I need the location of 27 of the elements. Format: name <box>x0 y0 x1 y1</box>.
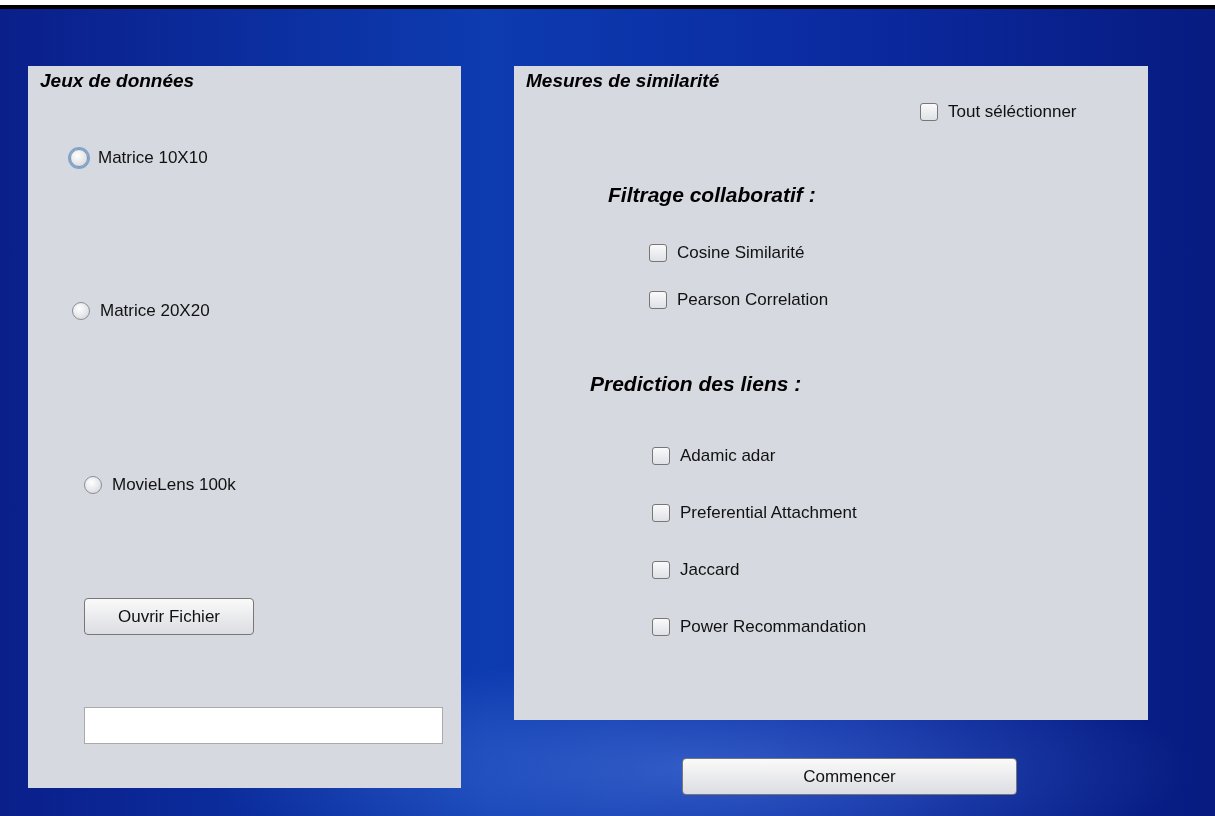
checkbox-label[interactable]: Adamic adar <box>680 446 776 466</box>
checkbox-label[interactable]: Power Recommandation <box>680 617 867 637</box>
checkbox-label[interactable]: Cosine Similarité <box>677 243 805 263</box>
checkbox[interactable] <box>920 103 938 121</box>
radio-label[interactable]: Matrice 20X20 <box>100 301 210 321</box>
checkbox[interactable] <box>652 561 670 579</box>
radio-label[interactable]: Matrice 10X10 <box>98 148 208 168</box>
section-heading: Prediction des liens : <box>590 371 802 397</box>
checkbox[interactable] <box>652 447 670 465</box>
checkbox[interactable] <box>649 244 667 262</box>
checkbox[interactable] <box>652 618 670 636</box>
checkbox-label[interactable]: Preferential Attachment <box>680 503 857 523</box>
checkbox-label[interactable]: Jaccard <box>680 560 740 580</box>
open-file-button[interactable]: Ouvrir Fichier <box>84 598 254 635</box>
panel-title: Mesures de similarité <box>526 70 720 92</box>
radio-label[interactable]: MovieLens 100k <box>112 475 236 495</box>
panel-title: Jeux de données <box>40 70 195 92</box>
radio-button[interactable] <box>70 149 88 167</box>
checkbox[interactable] <box>649 291 667 309</box>
start-button[interactable]: Commencer <box>682 758 1017 795</box>
checkbox-label[interactable]: Tout séléctionner <box>948 102 1077 122</box>
radio-button[interactable] <box>84 476 102 494</box>
section-heading: Filtrage collaboratif : <box>608 182 816 208</box>
radio-button[interactable] <box>72 302 90 320</box>
file-path-field[interactable] <box>84 707 443 744</box>
checkbox-label[interactable]: Pearson Correlation <box>677 290 829 310</box>
checkbox[interactable] <box>652 504 670 522</box>
